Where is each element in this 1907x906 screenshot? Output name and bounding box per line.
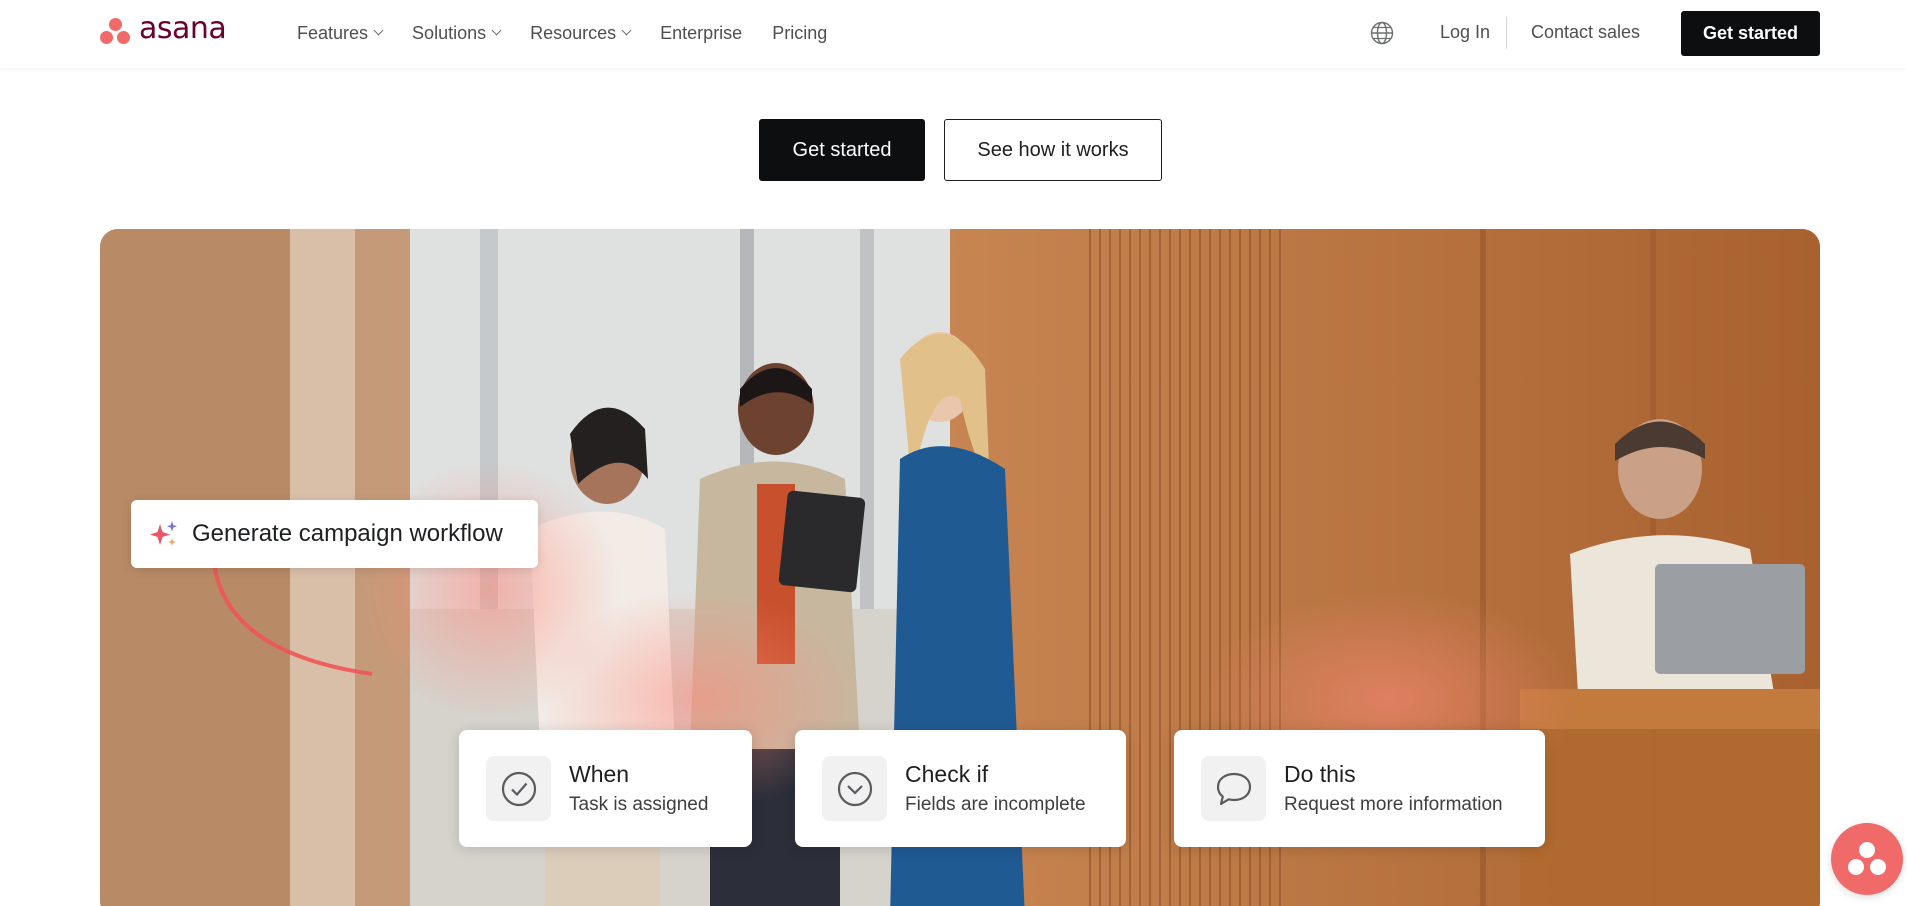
generate-workflow-prompt[interactable]: Generate campaign workflow — [131, 500, 538, 568]
contact-sales-link[interactable]: Contact sales — [1531, 22, 1640, 43]
nav-divider — [1506, 17, 1507, 49]
workflow-title: When — [569, 761, 630, 787]
nav-item-enterprise[interactable]: Enterprise — [660, 23, 742, 44]
nav-item-label: Pricing — [772, 22, 828, 43]
workflow-card-do-this[interactable]: Do this Request more information — [1174, 730, 1545, 847]
prompt-text: Generate campaign workflow — [192, 520, 503, 547]
workflow-subtitle: Task is assigned — [569, 794, 709, 815]
workflow-subtitle: Request more information — [1284, 794, 1503, 815]
sparkle-icon — [150, 521, 177, 546]
chevron-down-icon — [621, 25, 632, 35]
workflow-subtitle: Fields are incomplete — [905, 794, 1086, 815]
workflow-title: Check if — [905, 761, 989, 787]
nav-get-started-button[interactable]: Get started — [1681, 11, 1820, 56]
nav-item-label: Features — [297, 22, 369, 43]
get-started-button[interactable]: Get started — [759, 119, 925, 181]
nav-item-label: Resources — [530, 22, 617, 43]
main-menu: Features Solutions Resources Enterprise … — [297, 0, 857, 66]
nav-item-resources[interactable]: Resources — [530, 22, 632, 44]
chevron-down-icon — [373, 25, 384, 35]
workflow-title: Do this — [1284, 761, 1356, 787]
workflow-card-when[interactable]: When Task is assigned — [459, 730, 752, 847]
logo-wordmark: asana — [139, 11, 227, 46]
chevron-down-icon — [491, 25, 502, 35]
top-nav: asana Features Solutions Resources Enter… — [0, 0, 1907, 68]
check-circle-icon — [486, 756, 551, 821]
login-link[interactable]: Log In — [1440, 22, 1490, 43]
logo-mark-icon — [99, 17, 131, 45]
nav-item-solutions[interactable]: Solutions — [412, 22, 502, 44]
speech-bubble-icon — [1201, 756, 1266, 821]
help-chat-button[interactable] — [1831, 823, 1903, 895]
workflow-card-check-if[interactable]: Check if Fields are incomplete — [795, 730, 1126, 847]
nav-item-label: Solutions — [412, 22, 487, 43]
globe-icon[interactable] — [1370, 21, 1394, 45]
nav-item-label: Enterprise — [660, 22, 743, 43]
nav-item-pricing[interactable]: Pricing — [772, 23, 827, 44]
asana-logo-icon — [1847, 842, 1887, 876]
asana-logo[interactable]: asana — [99, 11, 227, 46]
see-how-it-works-button[interactable]: See how it works — [944, 119, 1162, 181]
chevron-circle-icon — [822, 756, 887, 821]
nav-item-features[interactable]: Features — [297, 22, 384, 44]
